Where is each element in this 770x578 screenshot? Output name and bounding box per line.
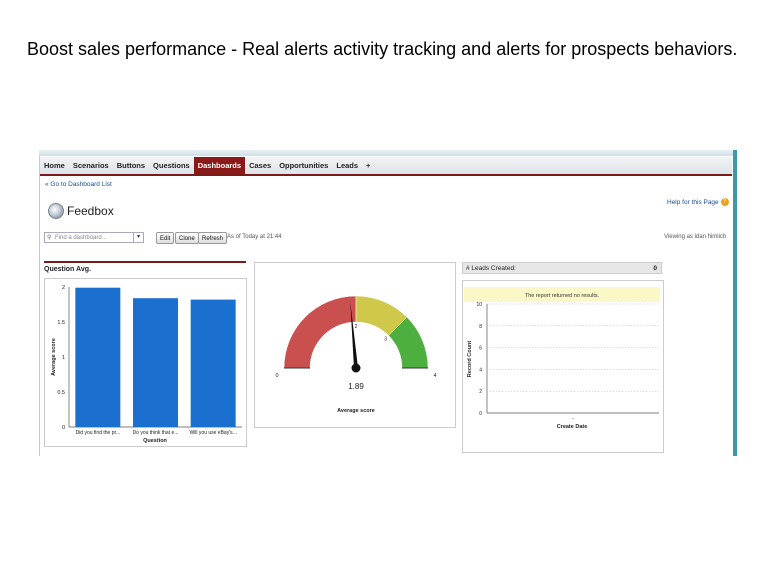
find-dashboard-input[interactable]: ⚲ Find a dashboard... ▾: [44, 232, 144, 243]
y-tick-label: 2: [62, 285, 65, 291]
average-score-gauge[interactable]: 1.89 0 4 Average score 2 3: [254, 262, 456, 428]
leads-x-axis-title: Create Date: [557, 424, 588, 430]
window-scrollbar[interactable]: [733, 150, 737, 456]
question-avg-chart[interactable]: Average score Question 0 0.5 1 1.5 2 Did you …: [44, 278, 247, 447]
leads-y-tick-label: 6: [479, 346, 482, 352]
gauge-needle-hub: [351, 363, 361, 373]
leads-svg: The report returned no results. Record C…: [464, 287, 660, 430]
help-icon: ?: [720, 198, 729, 206]
no-results-message: The report returned no results.: [525, 293, 600, 299]
leads-x-tick-label: -: [572, 416, 574, 422]
tab-questions[interactable]: Questions: [149, 157, 194, 174]
x-tick-label: Do you think that e...: [133, 430, 179, 436]
leads-created-label: # Leads Created:: [466, 265, 516, 272]
x-tick-label: Will you use eBay's...: [189, 430, 236, 436]
leads-created-header: # Leads Created: 0: [462, 262, 662, 274]
leads-y-tick-label: 0: [479, 411, 482, 417]
leads-y-tick-label: 2: [479, 389, 482, 395]
gauge-min-label: 0: [275, 373, 278, 379]
tab-cases[interactable]: Cases: [245, 157, 275, 174]
leads-y-tick-label: 8: [479, 324, 482, 330]
chevron-down-icon[interactable]: ▾: [133, 233, 143, 242]
gauge-axis-title: Average score: [337, 408, 375, 414]
search-icon: ⚲: [47, 235, 52, 241]
leads-y-tick-label: 10: [476, 302, 482, 308]
viewing-as-label: Viewing as idan himlich: [664, 234, 727, 240]
leads-chart[interactable]: The report returned no results. Record C…: [462, 280, 664, 453]
clone-button[interactable]: Clone: [175, 232, 199, 244]
window-top-bar: [39, 150, 737, 156]
gauge-tick-label: 2: [355, 324, 358, 330]
bar[interactable]: [190, 299, 236, 427]
bar[interactable]: [75, 287, 121, 427]
gauge-svg: 1.89 0 4 Average score 2 3: [275, 295, 437, 414]
slide-caption: Boost sales performance - Real alerts ac…: [27, 39, 738, 59]
x-axis-title: Question: [143, 438, 167, 444]
page-title: Feedbox: [67, 204, 114, 218]
gauge-value-label: 1.89: [348, 382, 364, 391]
tab-buttons[interactable]: Buttons: [113, 157, 149, 174]
tab-home[interactable]: Home: [40, 157, 69, 174]
question-avg-svg: Average score Question 0 0.5 1 1.5 2 Did you …: [51, 285, 242, 444]
tab-bar: Home Scenarios Buttons Questions Dashboa…: [40, 157, 732, 176]
tab-scenarios[interactable]: Scenarios: [69, 157, 113, 174]
gauge-tick-label: 3: [384, 336, 387, 342]
help-link-label: Help for this Page: [667, 198, 719, 206]
gauge-max-label: 4: [433, 373, 436, 379]
tab-leads[interactable]: Leads: [332, 157, 362, 174]
y-tick-label: 1: [62, 355, 65, 361]
y-tick-label: 0: [62, 425, 65, 431]
add-tab-button[interactable]: +: [362, 157, 374, 174]
question-avg-title: Question Avg.: [44, 261, 246, 277]
search-placeholder: Find a dashboard...: [55, 235, 107, 241]
gauge-band: [283, 295, 357, 369]
refresh-button[interactable]: Refresh: [198, 232, 228, 244]
as-of-timestamp: As of Today at 21:44: [227, 234, 282, 240]
leads-y-tick-label: 4: [479, 367, 482, 373]
y-axis-title: Average score: [51, 338, 57, 376]
dashboard-gauge-icon: [48, 203, 64, 219]
leads-y-axis-title: Record Count: [467, 341, 473, 378]
tab-dashboards[interactable]: Dashboards: [193, 157, 246, 174]
y-tick-label: 1.5: [57, 320, 65, 326]
x-tick-label: Did you find the pr...: [76, 430, 120, 436]
tab-opportunities[interactable]: Opportunities: [275, 157, 332, 174]
y-tick-label: 0.5: [57, 390, 65, 396]
bar[interactable]: [133, 298, 178, 427]
back-to-dashboard-list-link[interactable]: « Go to Dashboard List: [45, 181, 112, 188]
help-link[interactable]: Help for this Page ?: [667, 198, 729, 206]
edit-button[interactable]: Edit: [156, 232, 175, 244]
leads-created-count: 0: [653, 265, 657, 272]
